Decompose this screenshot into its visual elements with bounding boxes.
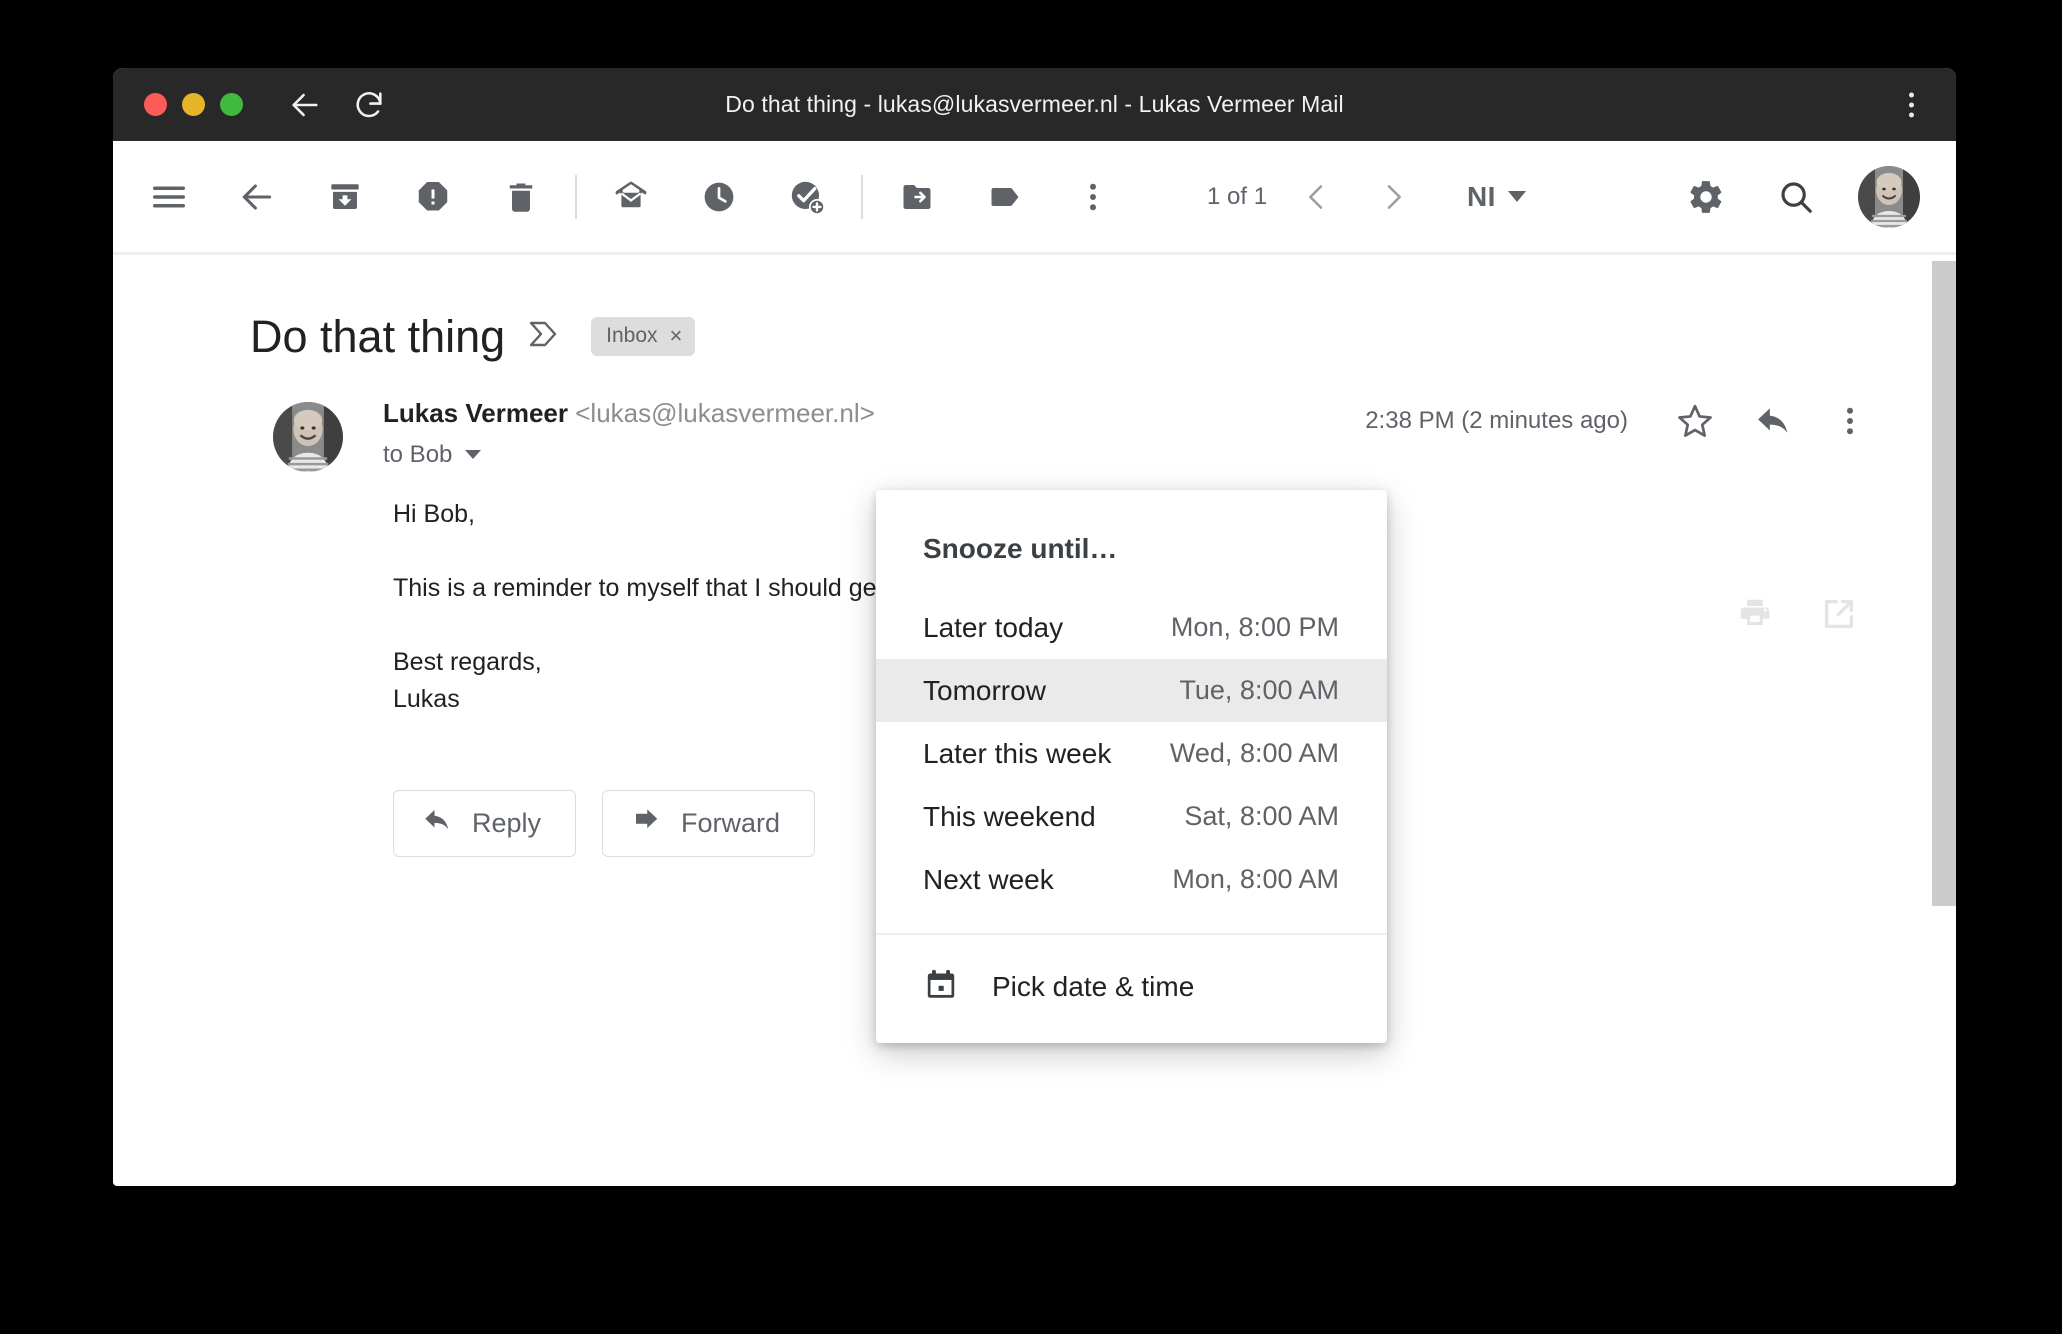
back-arrow-icon[interactable] [287,87,323,123]
window-traffic-lights [144,93,243,116]
label-chip-text: Inbox [606,324,658,348]
message-count: 1 of 1 [1207,182,1268,210]
reply-arrow-icon [422,805,452,842]
browser-menu-icon[interactable] [1903,86,1920,123]
snooze-pick-label: Pick date & time [992,970,1195,1002]
minimize-window-button[interactable] [182,93,205,116]
reply-button-label: Reply [472,807,542,838]
label-tag-icon[interactable] [977,169,1033,225]
snooze-option-value: Mon, 8:00 PM [1170,612,1339,642]
important-marker-icon[interactable] [527,319,563,354]
snooze-menu: Snooze until… Later today Mon, 8:00 PM T… [876,490,1387,1043]
screen-root: Do that thing - lukas@lukasvermeer.nl - … [0,0,2062,1334]
toolbar-right-group [1678,165,1956,228]
window-title: Do that thing - lukas@lukasvermeer.nl - … [725,91,1344,117]
snooze-option-label: Tomorrow [923,674,1046,706]
toolbar-divider-1 [575,174,577,219]
maximize-window-button[interactable] [220,93,243,116]
calendar-icon [923,966,959,1007]
message-meta: Lukas Vermeer <lukas@lukasvermeer.nl> to… [383,398,875,469]
recipient-label: to Bob [383,440,453,468]
add-to-tasks-icon[interactable] [779,169,835,225]
previous-message-icon[interactable] [1289,169,1345,225]
reply-button[interactable]: Reply [393,789,577,857]
snooze-clock-icon[interactable] [691,169,747,225]
mark-unread-icon[interactable] [603,169,659,225]
page-title: Do that thing [250,311,506,362]
toolbar-divider-2 [861,174,863,219]
subject-actions [1736,595,1858,638]
scrollbar-track[interactable] [1932,255,1956,1183]
back-to-inbox-icon[interactable] [229,169,285,225]
message-header: Lukas Vermeer <lukas@lukasvermeer.nl> to… [113,362,1956,472]
close-window-button[interactable] [144,93,167,116]
gmail-toolbar: 1 of 1 NI [113,141,1956,255]
browser-window: Do that thing - lukas@lukasvermeer.nl - … [113,68,1956,1186]
sender-avatar [273,401,343,472]
snooze-option-value: Tue, 8:00 AM [1179,675,1339,705]
recipient-toggle[interactable]: to Bob [383,440,482,469]
open-in-new-window-icon[interactable] [1820,595,1858,638]
report-spam-icon[interactable] [405,169,461,225]
print-icon[interactable] [1736,595,1774,638]
forward-button[interactable]: Forward [602,789,816,857]
star-icon[interactable] [1676,402,1714,440]
sender-email: <lukas@lukasvermeer.nl> [575,397,875,428]
chevron-down-icon [465,450,482,459]
chevron-down-icon [1507,191,1526,202]
snooze-option-next-week[interactable]: Next week Mon, 8:00 AM [876,848,1387,911]
delete-icon[interactable] [493,169,549,225]
label-chip-inbox[interactable]: Inbox × [591,317,696,357]
sender-line: Lukas Vermeer <lukas@lukasvermeer.nl> [383,398,875,429]
move-to-folder-icon[interactable] [889,169,945,225]
sender-name: Lukas Vermeer [383,397,569,428]
close-icon[interactable]: × [670,325,683,347]
hamburger-menu-icon[interactable] [141,169,197,225]
snooze-option-value: Wed, 8:00 AM [1169,738,1339,768]
message-actions-right: 2:38 PM (2 minutes ago) [1365,402,1868,440]
snooze-option-tomorrow[interactable]: Tomorrow Tue, 8:00 AM [876,659,1387,722]
account-avatar[interactable] [1858,165,1920,228]
search-icon[interactable] [1768,169,1824,225]
forward-arrow-icon [631,805,661,842]
archive-icon[interactable] [317,169,373,225]
more-options-icon[interactable] [1065,169,1121,225]
scrollbar-thumb[interactable] [1932,261,1956,906]
next-message-icon[interactable] [1365,169,1421,225]
snooze-option-value: Sat, 8:00 AM [1184,801,1339,831]
snooze-option-later-this-week[interactable]: Later this week Wed, 8:00 AM [876,722,1387,785]
snooze-menu-header: Snooze until… [923,533,1118,564]
language-selector[interactable]: NI [1467,181,1526,213]
subject-row: Do that thing Inbox × [113,255,1956,362]
forward-button-label: Forward [681,807,781,838]
snooze-option-label: This weekend [923,800,1096,832]
reload-icon[interactable] [351,87,387,123]
message-more-options-icon[interactable] [1832,403,1868,439]
snooze-option-label: Next week [923,863,1054,895]
browser-titlebar: Do that thing - lukas@lukasvermeer.nl - … [113,68,1956,141]
snooze-option-this-weekend[interactable]: This weekend Sat, 8:00 AM [876,785,1387,848]
reply-icon[interactable] [1754,402,1792,440]
mail-content-area: Do that thing Inbox × Lukas Vermeer <luk… [113,255,1956,1183]
language-label: NI [1467,180,1496,212]
snooze-option-label: Later this week [923,737,1112,769]
settings-gear-icon[interactable] [1678,169,1734,225]
snooze-option-label: Later today [923,611,1064,643]
snooze-option-value: Mon, 8:00 AM [1172,864,1339,894]
message-timestamp: 2:38 PM (2 minutes ago) [1365,406,1628,434]
snooze-pick-date-time[interactable]: Pick date & time [876,935,1387,1043]
browser-nav-buttons [287,87,387,123]
snooze-option-later-today[interactable]: Later today Mon, 8:00 PM [876,596,1387,659]
